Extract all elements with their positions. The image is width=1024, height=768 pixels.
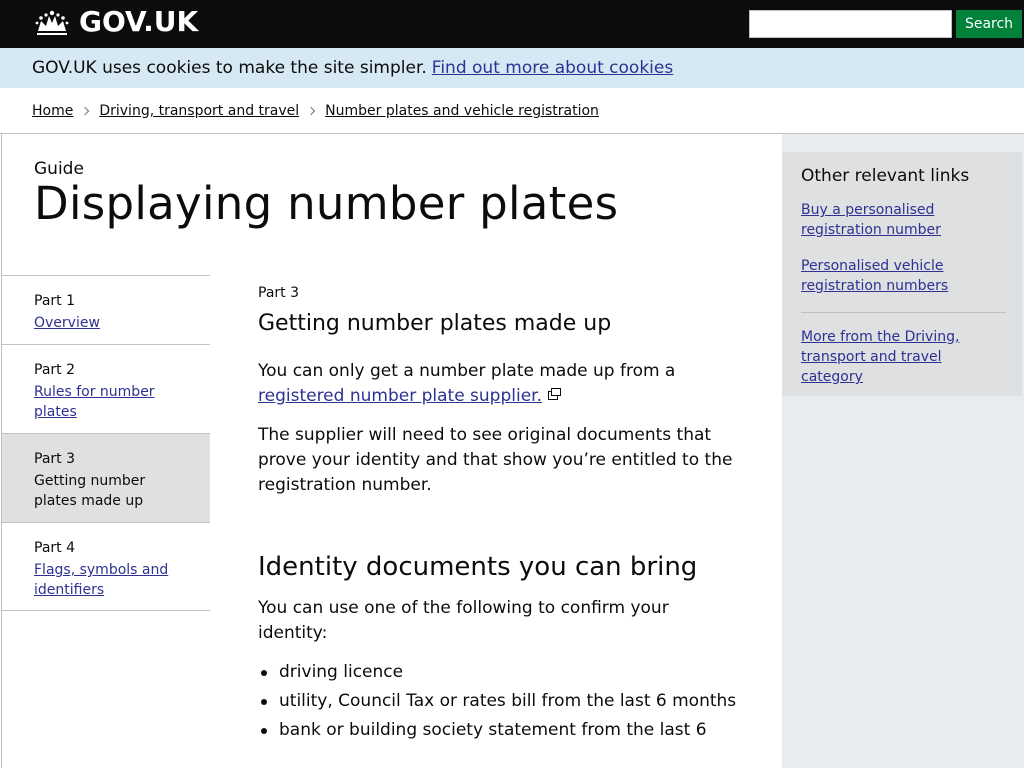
search-button[interactable]: Search [956, 10, 1022, 38]
section-heading: Getting number plates made up [258, 311, 612, 336]
related-links: Other relevant links Buy a personalised … [782, 152, 1022, 396]
related-link-personalised[interactable]: Personalised vehicle registration number… [801, 256, 1006, 296]
subheading: Identity documents you can bring [258, 552, 698, 582]
part-link-flags[interactable]: Flags, symbols and identifiers [34, 562, 168, 598]
part-number: Part 1 [34, 293, 75, 309]
breadcrumb-number-plates[interactable]: Number plates and vehicle registration [325, 103, 599, 119]
cookie-banner: GOV.UK uses cookies to make the site sim… [0, 48, 1024, 88]
guide-parts-nav: Part 1 Overview Part 2 Rules for number … [2, 275, 210, 611]
part-link-rules[interactable]: Rules for number plates [34, 384, 155, 420]
supplier-link[interactable]: registered number plate supplier. [258, 386, 542, 406]
paragraph-text: You can only get a number plate made up … [258, 361, 676, 381]
chevron-right-icon [306, 106, 316, 116]
related-title: Other relevant links [801, 166, 970, 186]
part-number: Part 3 [34, 451, 75, 467]
paragraph: You can use one of the following to conf… [258, 598, 669, 643]
cookie-info-link[interactable]: Find out more about cookies [432, 58, 673, 78]
cookie-message: GOV.UK uses cookies to make the site sim… [32, 57, 673, 79]
part-link-overview[interactable]: Overview [34, 315, 100, 331]
paragraph: You can only get a number plate made up … [258, 359, 738, 409]
crown-icon [35, 10, 69, 35]
related-link-buy[interactable]: Buy a personalised registration number [801, 200, 1006, 240]
part-number: Part 2 [34, 362, 75, 378]
related-link-more[interactable]: More from the Driving, transport and tra… [801, 327, 1006, 387]
part-number: Part 4 [34, 540, 75, 556]
list-item: driving licence [261, 660, 738, 685]
govuk-logo-link[interactable]: GOV.UK [34, 7, 198, 37]
logo-text: GOV.UK [79, 5, 199, 38]
part-label: Part 3 [258, 285, 299, 301]
breadcrumb-home[interactable]: Home [32, 103, 73, 119]
part-nav-item: Part 1 Overview [2, 275, 210, 344]
part-nav-item: Part 2 Rules for number plates [2, 344, 210, 433]
divider [801, 312, 1006, 313]
part-nav-item: Part 4 Flags, symbols and identifiers [2, 522, 210, 611]
list-item: utility, Council Tax or rates bill from … [261, 689, 738, 714]
id-documents-list: driving licence utility, Council Tax or … [258, 660, 738, 743]
cookie-text: GOV.UK uses cookies to make the site sim… [32, 58, 427, 78]
breadcrumb-driving[interactable]: Driving, transport and travel [99, 103, 299, 119]
part-current-label: Getting number plates made up [34, 473, 146, 509]
site-header: GOV.UK Search [0, 0, 1024, 48]
chevron-right-icon [81, 106, 90, 116]
paragraph: The supplier will need to see original d… [258, 425, 733, 495]
list-item: bank or building society statement from … [261, 718, 738, 743]
page-title: Displaying number plates [34, 177, 619, 230]
search-input[interactable] [749, 10, 952, 38]
external-link-icon [548, 388, 562, 400]
breadcrumb: Home Driving, transport and travel Numbe… [32, 101, 599, 121]
part-nav-item-current: Part 3 Getting number plates made up [2, 433, 210, 522]
main-content: Part 3 Getting number plates made up You… [258, 283, 738, 747]
